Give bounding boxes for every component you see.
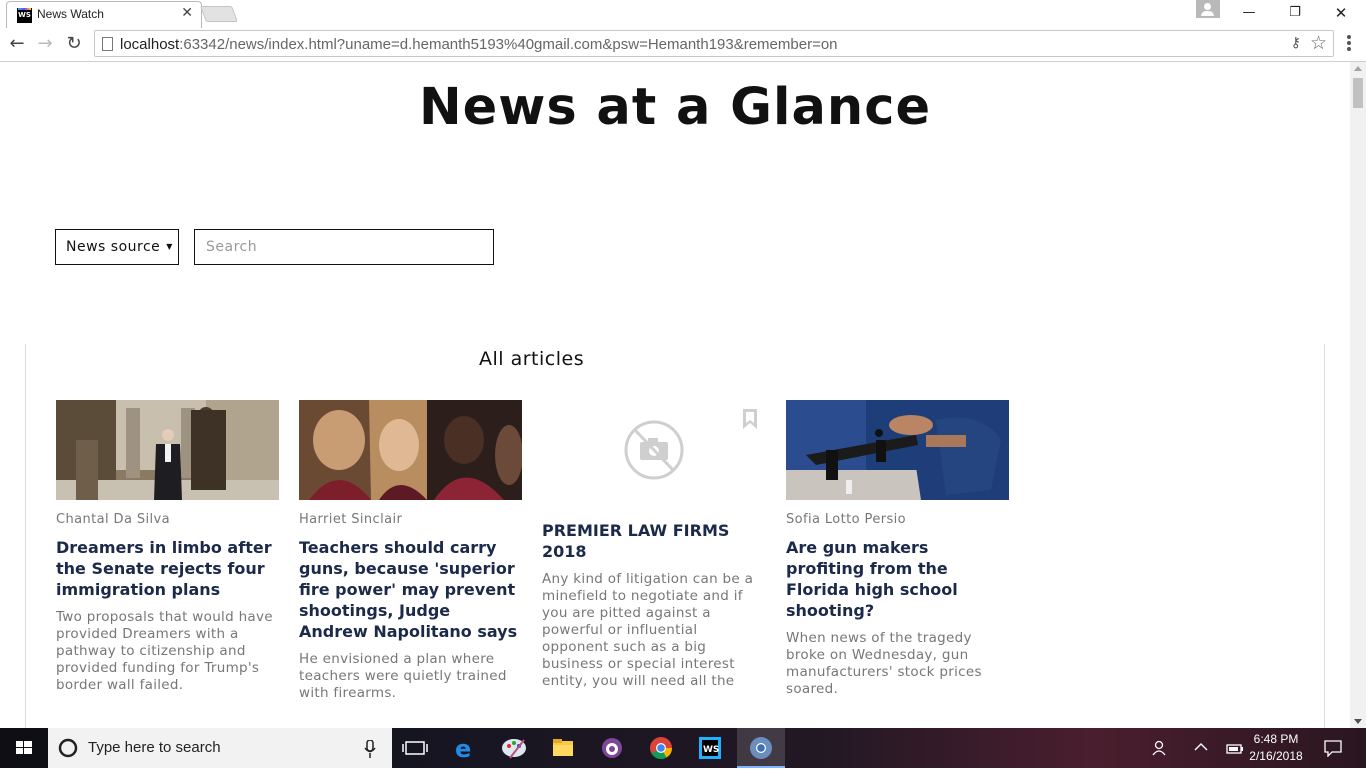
menu-icon[interactable]: [1340, 34, 1358, 54]
profile-avatar-icon[interactable]: [1196, 0, 1220, 18]
back-arrow-icon[interactable]: ←: [5, 32, 29, 56]
no-image-placeholder[interactable]: [542, 400, 765, 500]
article-card[interactable]: Sofia Lotto Persio Are gun makers profit…: [786, 400, 1009, 698]
article-summary: He envisioned a plan where teachers were…: [299, 651, 507, 701]
article-headline[interactable]: Dreamers in limbo after the Senate rejec…: [56, 537, 279, 600]
article-summary: Any kind of litigation can be a minefiel…: [542, 571, 754, 689]
taskbar-clock[interactable]: 6:48 PM 2/16/2018: [1246, 731, 1306, 765]
article-card[interactable]: Chantal Da Silva Dreamers in limbo after…: [56, 400, 279, 694]
taskbar-search-placeholder: Type here to search: [88, 739, 221, 756]
page-title: News at a Glance: [418, 78, 932, 137]
scroll-down-icon[interactable]: [1354, 719, 1362, 724]
cortana-icon: [58, 738, 78, 758]
tab-title: News Watch: [37, 7, 104, 21]
new-tab-button[interactable]: [200, 6, 238, 22]
task-view-icon[interactable]: [392, 728, 440, 768]
page-icon: [102, 37, 113, 51]
scroll-thumb[interactable]: [1353, 78, 1363, 108]
no-camera-icon: [624, 420, 684, 480]
article-headline[interactable]: Are gun makers profiting from the Florid…: [786, 537, 1009, 621]
students-grieving-photo[interactable]: [299, 400, 522, 500]
file-explorer-icon[interactable]: [539, 728, 587, 768]
url-text[interactable]: localhost:63342/news/index.html?uname=d.…: [120, 36, 838, 53]
article-summary: Two proposals that would have provided D…: [56, 609, 273, 693]
tab-close-icon[interactable]: ✕: [181, 5, 193, 21]
key-icon[interactable]: ⚷: [1291, 35, 1301, 51]
clock-time: 6:48 PM: [1253, 732, 1299, 746]
chrome-icon[interactable]: [637, 728, 685, 768]
people-icon: [1152, 740, 1166, 756]
articles-panel: All articles Chantal Da Silva Dreamers i…: [25, 344, 1325, 728]
battery-icon: [1226, 744, 1243, 754]
taskbar: Type here to search e WS 6:48 PM 2/16/20…: [0, 728, 1366, 768]
notifications-icon: [1324, 740, 1342, 757]
section-title: All articles: [479, 348, 585, 370]
forward-arrow-icon[interactable]: →: [33, 32, 57, 56]
article-card[interactable]: PREMIER LAW FIRMS 2018 Any kind of litig…: [542, 400, 765, 690]
star-icon[interactable]: ☆: [1310, 32, 1327, 54]
restore-icon[interactable]: ❐: [1272, 2, 1318, 24]
article-author: Harriet Sinclair: [299, 512, 403, 527]
article-headline[interactable]: PREMIER LAW FIRMS 2018: [542, 520, 765, 562]
clock-date: 2/16/2018: [1249, 749, 1303, 763]
chrome-canary-icon[interactable]: [737, 728, 785, 768]
tor-icon[interactable]: [588, 728, 636, 768]
browser-tab[interactable]: WS News Watch ✕: [6, 1, 202, 28]
article-author: Chantal Da Silva: [56, 512, 170, 527]
edge-icon[interactable]: e: [441, 728, 489, 768]
webstorm-favicon-icon: WS: [17, 8, 32, 23]
senator-hallway-photo[interactable]: [56, 400, 279, 500]
news-source-dropdown[interactable]: News source ▼: [55, 229, 179, 265]
browser-toolbar: ← → ↻ localhost:63342/news/index.html?un…: [0, 28, 1366, 62]
reload-icon[interactable]: ↻: [62, 32, 86, 56]
address-bar[interactable]: localhost:63342/news/index.html?uname=d.…: [94, 30, 1334, 57]
article-summary: When news of the tragedy broke on Wednes…: [786, 630, 982, 697]
svg-text:e: e: [455, 735, 471, 763]
show-hidden-icons-icon: [1194, 743, 1208, 751]
caret-down-icon: ▼: [166, 242, 173, 251]
windows-start-icon[interactable]: [0, 728, 48, 768]
close-window-icon[interactable]: ✕: [1318, 2, 1364, 24]
gun-store-photo[interactable]: [786, 400, 1009, 500]
svg-text:WS: WS: [703, 745, 719, 755]
microphone-icon: [364, 740, 376, 758]
page-scrollbar[interactable]: [1350, 62, 1366, 728]
title-bar: WS News Watch ✕ — ❐ ✕: [0, 0, 1366, 28]
article-card[interactable]: Harriet Sinclair Teachers should carry g…: [299, 400, 522, 702]
bookmark-icon[interactable]: [741, 408, 759, 430]
article-headline[interactable]: Teachers should carry guns, because 'sup…: [299, 537, 522, 642]
taskbar-search-box[interactable]: Type here to search: [48, 728, 392, 768]
webstorm-icon[interactable]: WS: [686, 728, 734, 768]
minimize-icon[interactable]: —: [1226, 2, 1272, 24]
page-viewport: News at a Glance News source▼ All articl…: [0, 62, 1350, 728]
search-input[interactable]: [194, 229, 494, 265]
paint-icon[interactable]: [490, 728, 538, 768]
article-author: Sofia Lotto Persio: [786, 512, 906, 527]
scroll-up-icon[interactable]: [1354, 66, 1362, 71]
